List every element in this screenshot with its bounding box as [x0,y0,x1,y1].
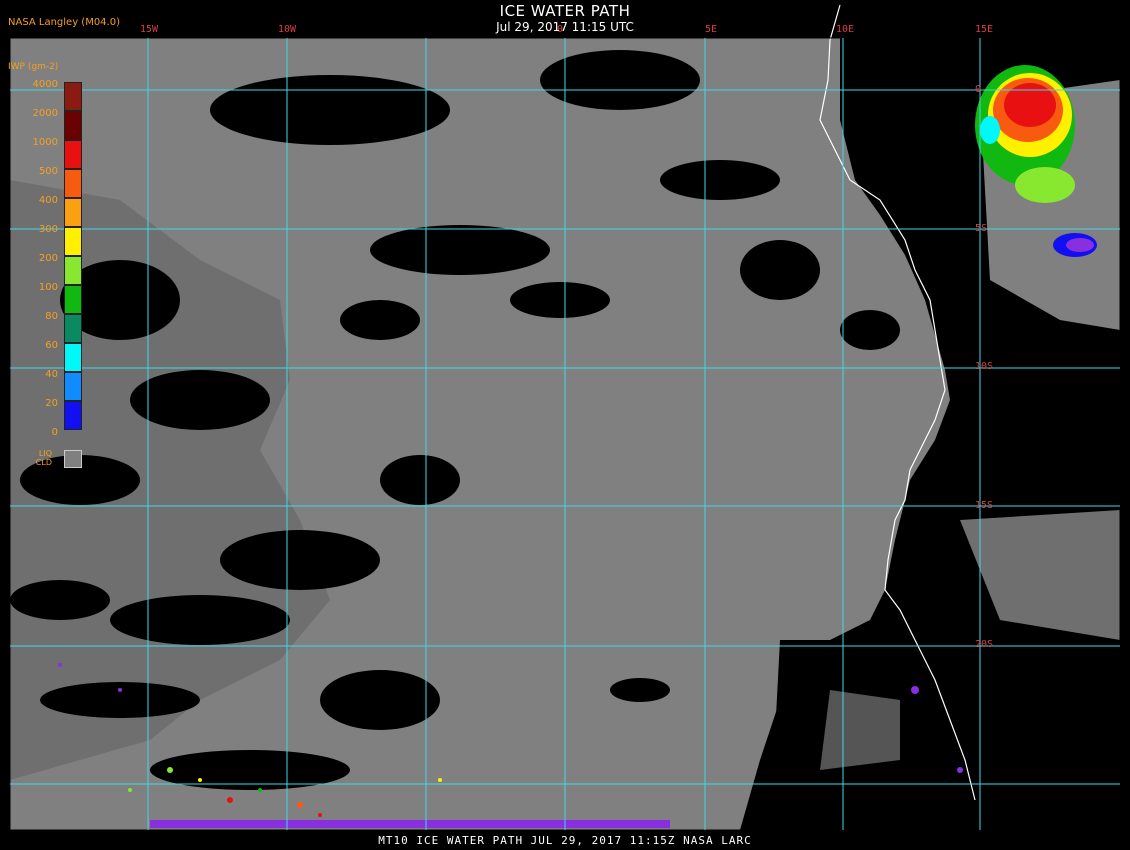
footer-caption: MT10 ICE WATER PATH JUL 29, 2017 11:15Z … [378,834,752,847]
legend-swatch [64,343,82,372]
liquid-label-line2: CLD [35,458,52,467]
legend-label: 4000 [32,79,58,90]
legend-label: 40 [45,369,58,380]
legend-label: 400 [38,195,58,206]
liquid-cloud-label: LIQ CLD [8,449,52,467]
color-legend: IWP (gm-2) 4000 2000 1000 500 400 300 200 100 80… [8,60,82,470]
legend-swatch [64,82,82,111]
map-title: ICE WATER PATH [499,2,631,20]
lat-label-20s: 20S [975,639,994,650]
liquid-label-line1: LIQ [38,449,52,458]
legend-label: 300 [38,224,58,235]
legend-swatch [64,372,82,401]
lat-label-5s: 5S [975,223,988,234]
legend-swatch [64,401,82,430]
legend-swatch [64,169,82,198]
legend-label: 2000 [32,108,58,119]
graticule [10,38,1120,830]
legend-swatch [64,285,82,314]
legend-label: 200 [38,253,58,264]
producer-label: NASA Langley (M04.0) [8,17,120,28]
legend-swatch [64,198,82,227]
liquid-cloud-swatch [64,450,82,468]
legend-swatch [64,227,82,256]
legend-swatch [64,111,82,140]
lat-label-15s: 15S [975,500,994,511]
legend-units: IWP (gm-2) [8,62,59,72]
legend-swatch [64,314,82,343]
lat-label-0: 0 [975,84,982,95]
legend-label: 60 [45,340,58,351]
map-timestamp: Jul 29, 2017 11:15 UTC [496,20,634,34]
legend-label: 80 [45,311,58,322]
legend-swatch [64,256,82,285]
legend-label: 1000 [32,137,58,148]
legend-label: 500 [38,166,58,177]
legend-swatch [64,140,82,169]
legend-label: 100 [38,282,58,293]
legend-label: 20 [45,398,58,409]
legend-label: 0 [51,427,58,438]
lat-label-10s: 10S [975,361,994,372]
